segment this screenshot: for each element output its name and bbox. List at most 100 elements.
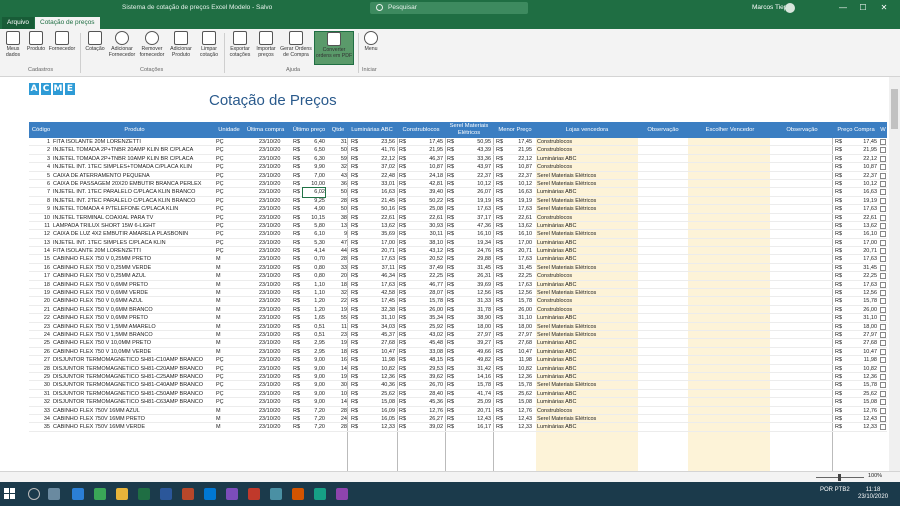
currency-cell[interactable]: R$ <box>835 407 845 415</box>
luminarias-price-cell[interactable]: 17,63 <box>361 281 395 289</box>
construblocos-price-cell[interactable]: 37,49 <box>409 264 443 272</box>
currency-cell[interactable]: R$ <box>293 230 303 238</box>
currency-cell[interactable]: R$ <box>293 348 303 356</box>
table-row[interactable]: 22 CABINHO FLEX 750 V 0,6MM PRETO M 23/10/2… <box>29 314 887 323</box>
menor-preco-cell[interactable]: 15,78 <box>506 297 532 305</box>
currency-cell[interactable]: R$ <box>447 222 457 230</box>
codigo-cell[interactable]: 3 <box>29 155 50 163</box>
currency-cell[interactable]: R$ <box>399 331 409 339</box>
zoom-slider[interactable]: 100% <box>810 473 882 481</box>
currency-cell[interactable]: R$ <box>835 297 845 305</box>
menor-preco-cell[interactable]: 12,56 <box>506 289 532 297</box>
produto-cell[interactable]: CABINHO FLEX 750 V 0,25MM VERDE <box>53 264 216 272</box>
luminarias-price-cell[interactable]: 15,08 <box>361 398 395 406</box>
luminarias-price-cell[interactable]: 13,62 <box>361 222 395 230</box>
preco-compra-cell[interactable]: 31,45 <box>845 264 877 272</box>
qtde-cell[interactable]: 19 <box>333 373 347 381</box>
luminarias-price-cell[interactable]: 22,12 <box>361 155 395 163</box>
cotacao-button[interactable]: Cotação <box>84 31 106 52</box>
qtde-cell[interactable]: 10 <box>333 390 347 398</box>
currency-cell[interactable]: R$ <box>293 423 303 431</box>
currency-cell[interactable]: R$ <box>351 331 361 339</box>
codigo-cell[interactable]: 26 <box>29 348 50 356</box>
menor-preco-cell[interactable]: 19,19 <box>506 197 532 205</box>
codigo-cell[interactable]: 15 <box>29 255 50 263</box>
luminarias-price-cell[interactable]: 12,33 <box>361 423 395 431</box>
row-checkbox[interactable] <box>880 382 886 389</box>
construblocos-price-cell[interactable]: 20,52 <box>409 255 443 263</box>
data-cell[interactable]: 23/10/20 <box>259 172 293 180</box>
row-checkbox[interactable] <box>880 365 886 372</box>
codigo-cell[interactable]: 2 <box>29 146 50 154</box>
serel-price-cell[interactable]: 26,07 <box>457 188 491 196</box>
currency-cell[interactable]: R$ <box>399 365 409 373</box>
construblocos-price-cell[interactable]: 33,08 <box>409 348 443 356</box>
produto-cell[interactable]: INJETEL TOMADA 4 P/TELEFONE C/PLACA KLIN <box>53 205 216 213</box>
data-cell[interactable]: 23/10/20 <box>259 214 293 222</box>
ultimo-preco-cell[interactable]: 9,25 <box>303 197 325 205</box>
codigo-cell[interactable]: 11 <box>29 222 50 230</box>
data-cell[interactable]: 23/10/20 <box>259 281 293 289</box>
unidade-cell[interactable]: M <box>216 407 240 415</box>
preco-compra-cell[interactable]: 31,10 <box>845 314 877 322</box>
preco-compra-cell[interactable]: 12,33 <box>845 423 877 431</box>
currency-cell[interactable]: R$ <box>835 255 845 263</box>
menor-preco-cell[interactable]: 10,47 <box>506 348 532 356</box>
codigo-cell[interactable]: 31 <box>29 390 50 398</box>
menor-preco-cell[interactable]: 10,12 <box>506 180 532 188</box>
produto-cell[interactable]: DISJUNTOR TERMOMAGNETICO SH81-C40AMP BRA… <box>53 381 216 389</box>
serel-price-cell[interactable]: 19,34 <box>457 239 491 247</box>
unidade-cell[interactable]: PÇ <box>216 163 240 171</box>
ultimo-preco-cell[interactable]: 1,10 <box>303 289 325 297</box>
row-checkbox[interactable] <box>880 256 886 263</box>
currency-cell[interactable]: R$ <box>293 415 303 423</box>
currency-cell[interactable]: R$ <box>399 339 409 347</box>
currency-cell[interactable]: R$ <box>351 239 361 247</box>
produto-cell[interactable]: CABINHO FLEX 750 V 0,6MM BRANCO <box>53 306 216 314</box>
ultimo-preco-cell[interactable]: 9,00 <box>303 365 325 373</box>
produto-cell[interactable]: CABINHO FLEX 750 V 1,5MM BRANCO <box>53 331 216 339</box>
loja-vencedora-cell[interactable]: Luminárias ABC <box>537 348 647 356</box>
currency-cell[interactable]: R$ <box>835 373 845 381</box>
currency-cell[interactable]: R$ <box>835 188 845 196</box>
fornecedor-button[interactable]: Fornecedor <box>48 31 76 52</box>
table-row[interactable]: 5 CAIXA DE ATERRAMENTO PEQUENA PÇ 23/10/20 R… <box>29 172 887 180</box>
qtde-cell[interactable]: 24 <box>333 415 347 423</box>
currency-cell[interactable]: R$ <box>447 155 457 163</box>
menor-preco-cell[interactable]: 10,82 <box>506 365 532 373</box>
construblocos-price-cell[interactable]: 42,81 <box>409 180 443 188</box>
table-row[interactable]: 9 INJETEL TOMADA 4 P/TELEFONE C/PLACA KLI… <box>29 205 887 214</box>
currency-cell[interactable]: R$ <box>399 138 409 146</box>
qtde-cell[interactable]: 23 <box>333 331 347 339</box>
currency-cell[interactable]: R$ <box>399 188 409 196</box>
construblocos-price-cell[interactable]: 12,76 <box>409 407 443 415</box>
currency-cell[interactable]: R$ <box>835 281 845 289</box>
currency-cell[interactable]: R$ <box>496 390 506 398</box>
loja-vencedora-cell[interactable]: Serel Materiais Elétricos <box>537 264 647 272</box>
qtde-cell[interactable]: 19 <box>333 339 347 347</box>
currency-cell[interactable]: R$ <box>399 381 409 389</box>
unidade-cell[interactable]: PÇ <box>216 398 240 406</box>
currency-cell[interactable]: R$ <box>447 306 457 314</box>
currency-cell[interactable]: R$ <box>496 356 506 364</box>
loja-vencedora-cell[interactable]: Construblocos <box>537 297 647 305</box>
currency-cell[interactable]: R$ <box>293 247 303 255</box>
currency-cell[interactable]: R$ <box>399 239 409 247</box>
preco-compra-cell[interactable]: 12,43 <box>845 415 877 423</box>
tab-arquivo[interactable]: Arquivo <box>2 17 35 29</box>
construblocos-price-cell[interactable]: 39,62 <box>409 373 443 381</box>
currency-cell[interactable]: R$ <box>351 423 361 431</box>
menu-button[interactable]: Menu <box>361 31 381 52</box>
luminarias-price-cell[interactable]: 12,36 <box>361 373 395 381</box>
data-cell[interactable]: 23/10/20 <box>259 415 293 423</box>
serel-price-cell[interactable]: 16,17 <box>457 423 491 431</box>
ultimo-preco-cell[interactable]: 6,02 <box>302 187 326 198</box>
currency-cell[interactable]: R$ <box>835 180 845 188</box>
loja-vencedora-cell[interactable]: Luminárias ABC <box>537 423 647 431</box>
qtde-cell[interactable]: 43 <box>333 172 347 180</box>
currency-cell[interactable]: R$ <box>399 172 409 180</box>
data-cell[interactable]: 23/10/20 <box>259 390 293 398</box>
serel-price-cell[interactable]: 49,82 <box>457 356 491 364</box>
produto-cell[interactable]: CABINHO FLEX 750 V 0,6MM PRETO <box>53 314 216 322</box>
currency-cell[interactable]: R$ <box>447 138 457 146</box>
